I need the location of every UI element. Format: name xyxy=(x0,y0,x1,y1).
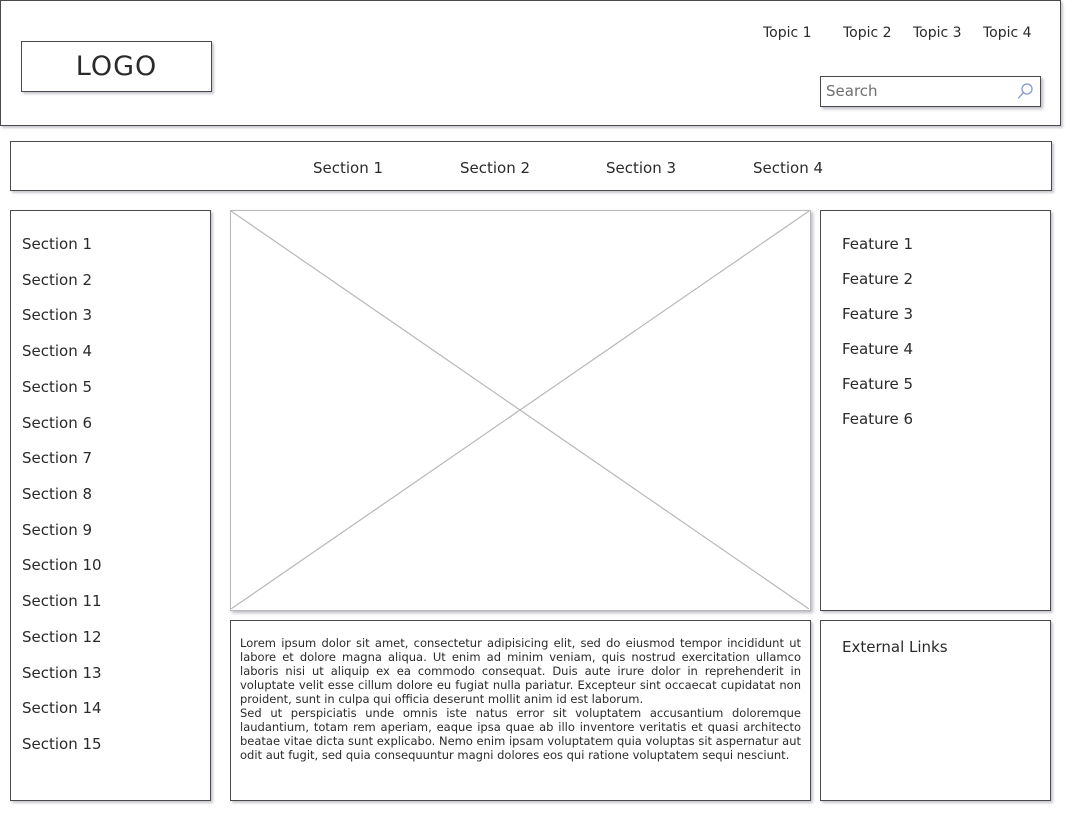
section-nav: Section 1 Section 2 Section 3 Section 4 xyxy=(10,141,1052,191)
topic-link-4[interactable]: Topic 4 xyxy=(983,25,1032,41)
feature-item-2[interactable]: Feature 2 xyxy=(842,270,913,288)
feature-item-6[interactable]: Feature 6 xyxy=(842,410,913,428)
feature-item-5[interactable]: Feature 5 xyxy=(842,375,913,393)
nav-section-2[interactable]: Section 2 xyxy=(460,159,530,177)
sidebar-item-section-7[interactable]: Section 7 xyxy=(22,449,92,467)
logo[interactable]: LOGO xyxy=(21,41,212,92)
topic-link-1[interactable]: Topic 1 xyxy=(763,25,812,41)
feature-item-1[interactable]: Feature 1 xyxy=(842,235,913,253)
sidebar: Section 1 Section 2 Section 3 Section 4 … xyxy=(10,210,211,801)
nav-section-1[interactable]: Section 1 xyxy=(313,159,383,177)
sidebar-item-section-4[interactable]: Section 4 xyxy=(22,342,92,360)
content-paragraph-2: Sed ut perspiciatis unde omnis iste natu… xyxy=(240,706,801,762)
external-links-title[interactable]: External Links xyxy=(842,638,948,656)
search-icon[interactable] xyxy=(1016,82,1034,100)
sidebar-item-section-14[interactable]: Section 14 xyxy=(22,699,102,717)
image-placeholder xyxy=(230,210,811,611)
topic-link-3[interactable]: Topic 3 xyxy=(913,25,962,41)
sidebar-item-section-2[interactable]: Section 2 xyxy=(22,271,92,289)
feature-item-4[interactable]: Feature 4 xyxy=(842,340,913,358)
topic-link-2[interactable]: Topic 2 xyxy=(843,25,892,41)
search-input[interactable] xyxy=(821,77,1012,105)
nav-section-3[interactable]: Section 3 xyxy=(606,159,676,177)
content-paragraph-1: Lorem ipsum dolor sit amet, consectetur … xyxy=(240,636,801,706)
sidebar-item-section-11[interactable]: Section 11 xyxy=(22,592,102,610)
feature-item-3[interactable]: Feature 3 xyxy=(842,305,913,323)
search-box xyxy=(820,76,1041,107)
features-panel: Feature 1 Feature 2 Feature 3 Feature 4 … xyxy=(820,210,1051,611)
header: LOGO Topic 1 Topic 2 Topic 3 Topic 4 xyxy=(0,0,1061,126)
sidebar-item-section-9[interactable]: Section 9 xyxy=(22,521,92,539)
sidebar-item-section-15[interactable]: Section 15 xyxy=(22,735,102,753)
external-links-panel: External Links xyxy=(820,620,1051,801)
sidebar-item-section-1[interactable]: Section 1 xyxy=(22,235,92,253)
sidebar-item-section-5[interactable]: Section 5 xyxy=(22,378,92,396)
sidebar-item-section-6[interactable]: Section 6 xyxy=(22,414,92,432)
sidebar-item-section-13[interactable]: Section 13 xyxy=(22,664,102,682)
sidebar-item-section-12[interactable]: Section 12 xyxy=(22,628,102,646)
nav-section-4[interactable]: Section 4 xyxy=(753,159,823,177)
sidebar-item-section-8[interactable]: Section 8 xyxy=(22,485,92,503)
sidebar-item-section-3[interactable]: Section 3 xyxy=(22,306,92,324)
sidebar-item-section-10[interactable]: Section 10 xyxy=(22,556,102,574)
image-placeholder-cross xyxy=(231,211,809,609)
wireframe-page: LOGO Topic 1 Topic 2 Topic 3 Topic 4 Sec… xyxy=(0,0,1072,822)
content-text: Lorem ipsum dolor sit amet, consectetur … xyxy=(230,620,811,801)
